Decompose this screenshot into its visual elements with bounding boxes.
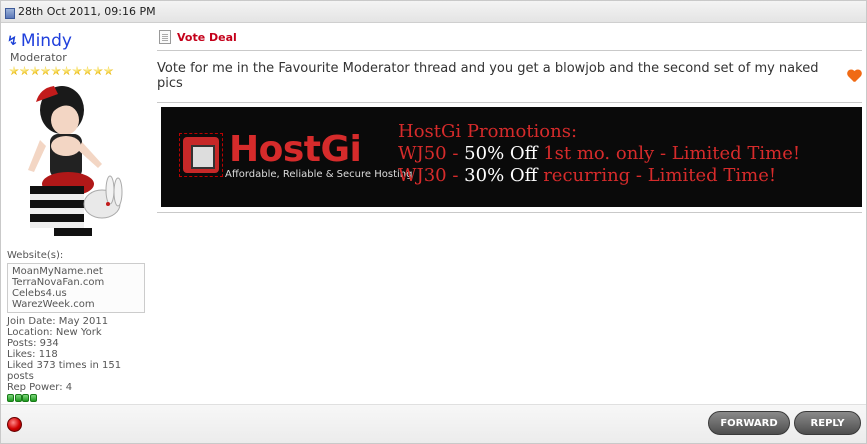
post-message: Vote for me in the Favourite Moderator t… bbox=[157, 61, 862, 91]
website-link[interactable]: WarezWeek.com bbox=[12, 299, 140, 310]
star-icon bbox=[40, 66, 51, 76]
rep-pip-icon bbox=[7, 394, 14, 402]
website-link[interactable]: MoanMyName.net bbox=[12, 266, 140, 277]
post-message-text: Vote for me in the Favourite Moderator t… bbox=[157, 61, 819, 91]
star-icon bbox=[103, 66, 114, 76]
star-icon bbox=[61, 66, 72, 76]
website-link[interactable]: Celebs4.us bbox=[12, 288, 140, 299]
promo-rest-1: 1st mo. only - Limited Time! bbox=[543, 143, 801, 164]
location: Location: New York bbox=[7, 327, 102, 338]
promo-line-2: WJ30 - 30% Off recurring - Limited Time! bbox=[398, 165, 800, 187]
promo-rest-2: recurring - Limited Time! bbox=[543, 165, 777, 186]
post-header: 28th Oct 2011, 09:16 PM bbox=[1, 1, 866, 23]
post-footer: FORWARD REPLY bbox=[1, 404, 866, 443]
star-icon bbox=[19, 66, 30, 76]
likes-count: Likes: 118 bbox=[7, 349, 58, 360]
post-content: Vote Deal Vote for me in the Favourite M… bbox=[157, 24, 862, 213]
promo-offer-2: 30% Off bbox=[464, 165, 538, 186]
promo-line-1: WJ50 - 50% Off 1st mo. only - Limited Ti… bbox=[398, 143, 800, 165]
username-row: ↯ Mindy bbox=[7, 32, 151, 50]
banner-brand: HostGi bbox=[229, 129, 362, 170]
reply-button[interactable]: REPLY bbox=[794, 411, 861, 435]
promo-code-1: WJ50 - bbox=[398, 143, 459, 164]
user-rank-stars bbox=[9, 66, 151, 76]
promo-title: HostGi Promotions: bbox=[398, 121, 578, 142]
forum-post: 28th Oct 2011, 09:16 PM ↯ Mindy Moderato… bbox=[0, 0, 867, 444]
websites-label: Website(s): bbox=[7, 250, 64, 261]
rep-power: Rep Power: 4 bbox=[7, 382, 73, 393]
star-icon bbox=[82, 66, 93, 76]
promo-code-2: WJ30 - bbox=[398, 165, 459, 186]
user-title: Moderator bbox=[10, 51, 67, 64]
rep-pip-icon bbox=[14, 394, 22, 402]
offline-status-icon bbox=[7, 417, 22, 432]
website-link[interactable]: TerraNovaFan.com bbox=[12, 277, 140, 288]
avatar[interactable] bbox=[10, 80, 135, 238]
rep-pip-icon bbox=[29, 394, 37, 402]
promo-offer-1: 50% Off bbox=[464, 143, 538, 164]
liked-count: Liked 373 times in 151 posts bbox=[7, 360, 122, 382]
heart-icon bbox=[847, 70, 862, 83]
avatar-illustration bbox=[10, 80, 135, 238]
post-date: 28th Oct 2011, 09:16 PM bbox=[18, 5, 156, 18]
post-count: Posts: 934 bbox=[7, 338, 59, 349]
banner-promo: HostGi Promotions: WJ50 - 50% Off 1st mo… bbox=[398, 121, 800, 187]
chip-logo-icon bbox=[183, 137, 219, 173]
document-icon bbox=[159, 30, 171, 44]
star-icon bbox=[72, 66, 82, 76]
user-stats: Join Date: May 2011 Location: New York P… bbox=[7, 316, 151, 402]
forward-button[interactable]: FORWARD bbox=[708, 411, 790, 435]
online-status-icon: ↯ bbox=[7, 33, 18, 49]
signature: HostGi Affordable, Reliable & Secure Hos… bbox=[157, 102, 862, 213]
websites-list: MoanMyName.net TerraNovaFan.com Celebs4.… bbox=[7, 263, 145, 313]
star-icon bbox=[30, 66, 40, 76]
post-title-row: Vote Deal bbox=[157, 24, 862, 51]
username-link[interactable]: Mindy bbox=[21, 32, 72, 50]
star-icon bbox=[51, 66, 61, 76]
star-icon bbox=[93, 66, 103, 76]
banner-tagline: Affordable, Reliable & Secure Hosting bbox=[225, 169, 413, 180]
join-date: Join Date: May 2011 bbox=[7, 316, 109, 327]
post-title: Vote Deal bbox=[177, 30, 237, 44]
user-info-column: ↯ Mindy Moderator Website(s): MoanMyName… bbox=[1, 24, 151, 404]
reputation-pips bbox=[7, 394, 151, 402]
post-icon bbox=[5, 7, 15, 19]
star-icon bbox=[9, 66, 19, 76]
rep-pip-icon bbox=[22, 394, 29, 402]
hostgi-banner[interactable]: HostGi Affordable, Reliable & Secure Hos… bbox=[161, 107, 862, 207]
